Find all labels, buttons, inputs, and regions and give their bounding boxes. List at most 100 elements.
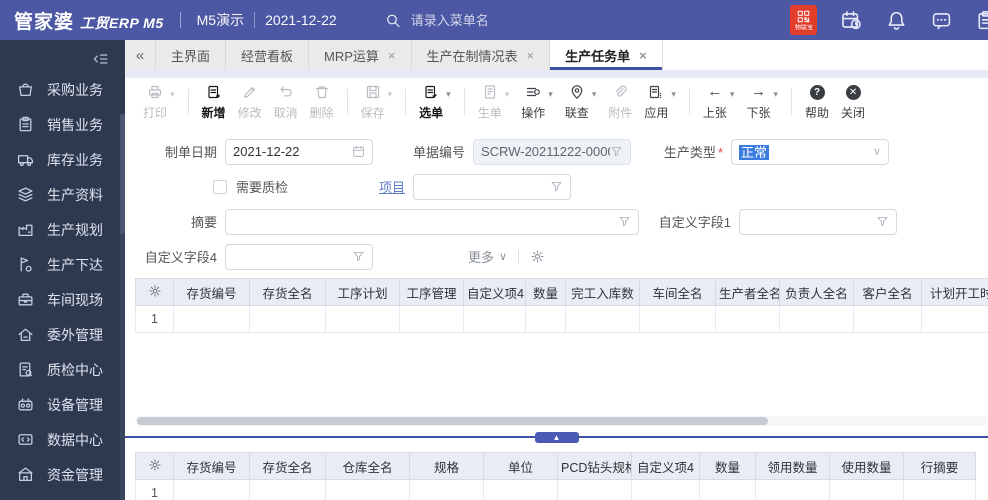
tab-close-icon[interactable]: ×: [527, 49, 535, 62]
grid-cell[interactable]: [631, 479, 700, 500]
column-settings-gear-icon[interactable]: [135, 452, 174, 480]
prev-button[interactable]: ← 上张 ▾: [697, 82, 741, 123]
chevron-down-icon[interactable]: ▾: [170, 89, 175, 100]
custom1-input[interactable]: [739, 208, 897, 235]
tab-close-icon[interactable]: ×: [639, 49, 647, 62]
bell-icon[interactable]: [886, 10, 907, 31]
chevron-down-icon[interactable]: ▾: [548, 89, 553, 100]
sidebar-item-inventory[interactable]: 库存业务: [0, 142, 125, 177]
sidebar-item-equipment[interactable]: 设备管理: [0, 387, 125, 422]
tab-production-order[interactable]: 生产任务单 ×: [550, 40, 663, 70]
tab-home[interactable]: 主界面: [156, 40, 227, 70]
chevron-down-icon[interactable]: ▾: [592, 89, 597, 100]
date-input[interactable]: 2021-12-22: [225, 138, 373, 165]
filter-icon[interactable]: [550, 180, 563, 193]
chevron-down-icon[interactable]: ▾: [773, 89, 778, 100]
grid-cell[interactable]: [557, 479, 632, 500]
custom4-input[interactable]: [225, 243, 373, 270]
filter-icon[interactable]: [610, 145, 623, 158]
link-query-button[interactable]: 联查 ▾: [559, 82, 603, 123]
edit-icon: [242, 84, 258, 101]
grid-cell[interactable]: [699, 479, 756, 500]
grid-cell[interactable]: [483, 479, 558, 500]
operate-button[interactable]: 操作 ▾: [515, 82, 559, 123]
grid-cell[interactable]: [779, 305, 854, 333]
tab-mrp[interactable]: MRP运算 ×: [309, 40, 412, 70]
grid-cell[interactable]: [755, 479, 830, 500]
sidebar-item-sales[interactable]: 销售业务: [0, 107, 125, 142]
grid-cell[interactable]: [853, 305, 922, 333]
message-icon[interactable]: [931, 10, 952, 31]
close-button[interactable]: ✕ 关闭: [835, 82, 871, 123]
tab-close-icon[interactable]: ×: [388, 49, 396, 62]
calendar-clock-icon[interactable]: [841, 10, 862, 31]
menu-search[interactable]: [385, 11, 563, 29]
apply-button[interactable]: 应用 ▾: [638, 82, 682, 123]
grid-cell[interactable]: [525, 305, 566, 333]
form-settings-gear-icon[interactable]: [530, 249, 545, 264]
sidebar-item-outsourcing[interactable]: 委外管理: [0, 317, 125, 352]
next-button[interactable]: → 下张 ▾: [740, 82, 784, 123]
attachment-button[interactable]: 附件: [602, 82, 638, 123]
clipboard-icon[interactable]: [976, 10, 988, 31]
grid-cell[interactable]: [715, 305, 780, 333]
pick-button[interactable]: 选单 ▾: [413, 82, 457, 123]
horizontal-scrollbar-thumb[interactable]: [137, 417, 769, 425]
sidebar-collapse-button[interactable]: [0, 40, 125, 72]
tab-wip-report[interactable]: 生产在制情况表 ×: [411, 40, 551, 70]
print-button[interactable]: 打印 ▾: [137, 82, 181, 123]
grid-cell[interactable]: [249, 479, 326, 500]
sidebar-item-workshop[interactable]: 车间现场: [0, 282, 125, 317]
project-input[interactable]: [413, 173, 572, 200]
grid-cell[interactable]: [921, 305, 988, 333]
grid-cell[interactable]: [325, 479, 410, 500]
sidebar-item-production-data[interactable]: 生产资料: [0, 177, 125, 212]
column-settings-gear-icon[interactable]: [135, 278, 174, 306]
wulianbao-qr-badge[interactable]: 物联宝: [790, 5, 817, 35]
qc-required-checkbox[interactable]: [213, 179, 227, 194]
project-link[interactable]: 项目: [379, 180, 405, 195]
filter-icon[interactable]: [618, 215, 631, 228]
chevron-down-icon[interactable]: ▾: [388, 89, 393, 100]
grid-cell[interactable]: [173, 479, 250, 500]
grid-cell[interactable]: [409, 479, 484, 500]
chevron-down-icon[interactable]: ▾: [446, 89, 451, 100]
column-header: 生产者全名: [715, 278, 780, 306]
tab-dashboard[interactable]: 经营看板: [226, 40, 310, 70]
chevron-down-icon[interactable]: ▾: [730, 89, 735, 100]
help-button[interactable]: ? 帮助: [799, 82, 835, 123]
grid-cell[interactable]: [639, 305, 716, 333]
grid-cell[interactable]: [325, 305, 400, 333]
grid-cell[interactable]: [565, 305, 640, 333]
save-button[interactable]: 保存 ▾: [355, 82, 399, 123]
menu-search-input[interactable]: [408, 11, 563, 29]
calendar-icon[interactable]: [352, 145, 365, 158]
chevron-down-icon[interactable]: ▾: [505, 89, 510, 100]
cancel-button[interactable]: 取消: [268, 82, 304, 123]
tabs-scroll-left-button[interactable]: «: [125, 40, 156, 70]
sidebar-item-purchase[interactable]: 采购业务: [0, 72, 125, 107]
grid-cell[interactable]: [463, 305, 526, 333]
sidebar-item-quality[interactable]: 质检中心: [0, 352, 125, 387]
filter-icon[interactable]: [352, 250, 365, 263]
sidebar-item-production-planning[interactable]: 生产规划: [0, 212, 125, 247]
chevron-down-icon[interactable]: ∨: [873, 145, 881, 158]
delete-button[interactable]: 删除: [304, 82, 340, 123]
grid-cell[interactable]: [829, 479, 904, 500]
edit-button[interactable]: 修改: [232, 82, 268, 123]
splitter-collapse-button[interactable]: ▲: [534, 432, 579, 443]
sidebar-item-finance[interactable]: 资金管理: [0, 457, 125, 492]
grid-cell[interactable]: [903, 479, 976, 500]
chevron-down-icon[interactable]: ▾: [671, 89, 676, 100]
summary-input[interactable]: [225, 208, 639, 235]
more-fields-button[interactable]: 更多 ∨: [468, 247, 507, 266]
add-button[interactable]: 新增: [196, 82, 232, 123]
production-type-select[interactable]: 正常 ∨: [731, 138, 889, 165]
sidebar-item-production-dispatch[interactable]: 生产下达: [0, 247, 125, 282]
sidebar-item-data-center[interactable]: 数据中心: [0, 422, 125, 457]
grid-cell[interactable]: [399, 305, 464, 333]
grid-cell[interactable]: [173, 305, 250, 333]
filter-icon[interactable]: [876, 215, 889, 228]
grid-cell[interactable]: [249, 305, 326, 333]
generate-button[interactable]: 生单 ▾: [472, 82, 516, 123]
